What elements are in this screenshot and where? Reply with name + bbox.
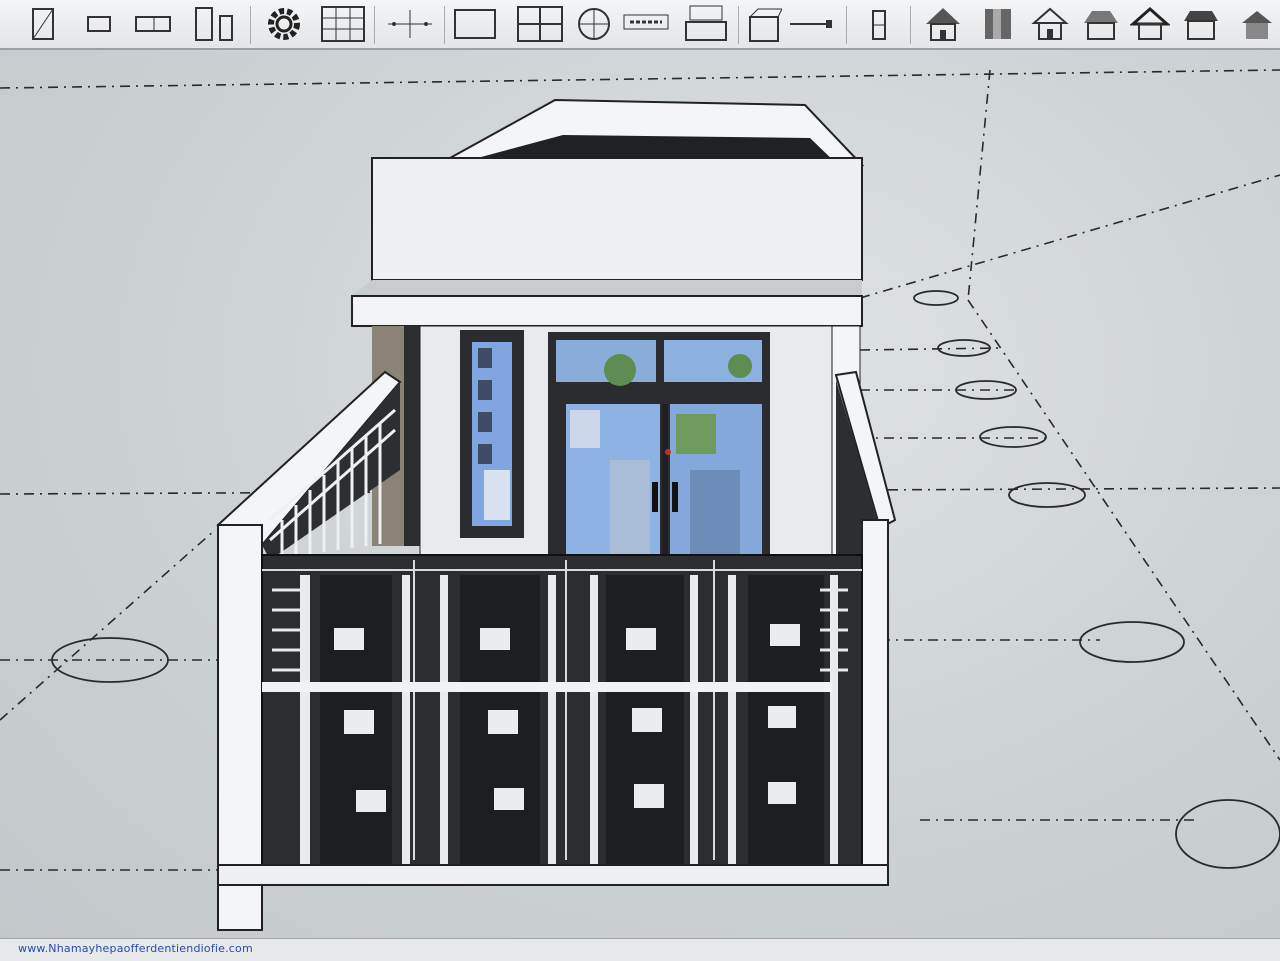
panel-icon[interactable]	[514, 4, 566, 44]
wall-icon[interactable]	[28, 4, 58, 44]
status-bar: www.Nhamayhepaofferdentiendiofie.com	[0, 938, 1280, 961]
window-icon[interactable]	[132, 4, 174, 44]
section-circle-icon[interactable]	[574, 4, 614, 44]
rectangle-icon[interactable]	[450, 4, 500, 44]
stairs-icon[interactable]	[680, 4, 732, 44]
lock-icon[interactable]	[864, 4, 894, 44]
dimension-icon[interactable]	[382, 4, 438, 44]
status-text: www.Nhamayhepaofferdentiendiofie.com	[18, 942, 253, 955]
house-gable-icon[interactable]	[920, 4, 966, 44]
house-small-icon[interactable]	[1236, 4, 1278, 44]
house-hip-icon[interactable]	[1078, 4, 1124, 44]
glass-double-door	[548, 332, 770, 564]
line-icon[interactable]	[786, 4, 836, 44]
house-model-render	[0, 69, 1280, 931]
house-icon[interactable]	[1028, 4, 1072, 44]
3d-viewport[interactable]	[0, 50, 1280, 960]
narrow-window	[460, 330, 524, 538]
house-outline-icon[interactable]	[1128, 4, 1172, 44]
front-gate	[217, 524, 889, 931]
column-icon[interactable]	[190, 4, 240, 44]
box-icon[interactable]	[978, 4, 1018, 44]
toolbar	[0, 0, 1280, 50]
gear-icon[interactable]	[262, 4, 306, 44]
text-label-icon[interactable]	[620, 4, 672, 44]
object-icon[interactable]	[744, 4, 784, 44]
door-icon[interactable]	[84, 4, 114, 44]
grid-table-icon[interactable]	[318, 4, 368, 44]
house-flat-roof-icon[interactable]	[1178, 4, 1224, 44]
